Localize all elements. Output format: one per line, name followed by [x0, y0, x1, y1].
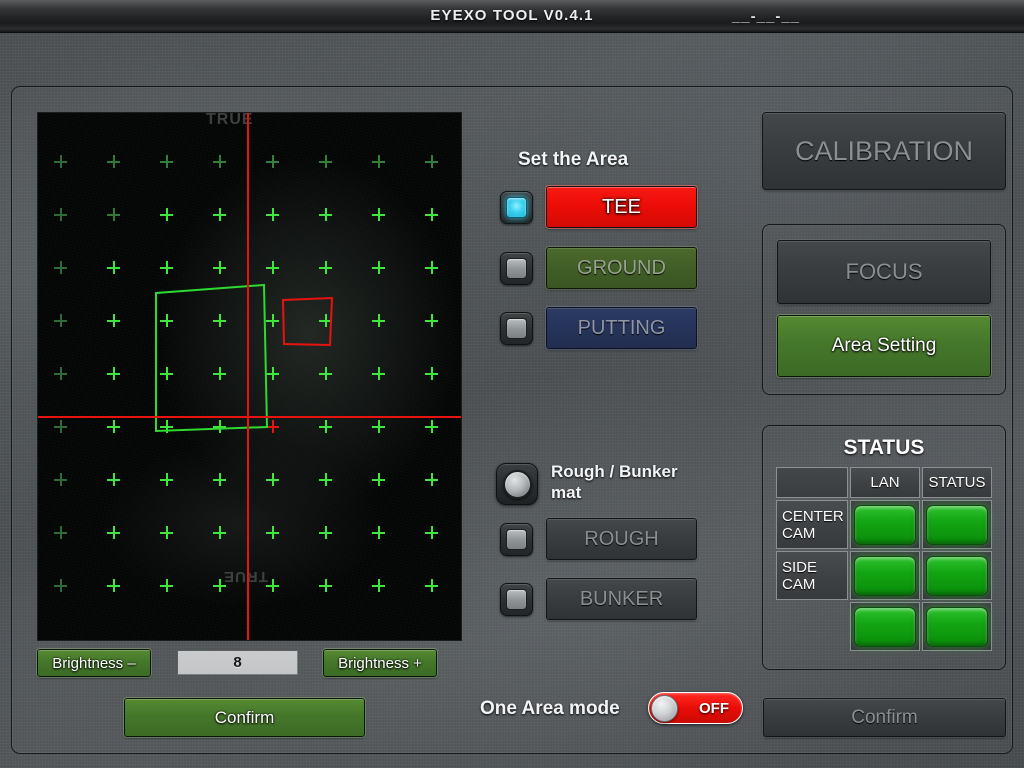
rough-checkbox-indicator: [506, 529, 527, 550]
brightness-value-text: 8: [233, 654, 242, 671]
crosshair-horizontal: [38, 416, 461, 418]
app-title: EYEXO TOOL V0.4.1: [430, 7, 594, 24]
left-confirm-button[interactable]: Confirm: [123, 697, 366, 738]
status-led-center-status: [926, 504, 988, 545]
putting-button[interactable]: PUTTING: [545, 306, 698, 350]
title-bar: EYEXO TOOL V0.4.1 __-__-__: [0, 0, 1024, 33]
status-cell-side-status: [922, 551, 992, 600]
right-confirm-label: Confirm: [851, 706, 918, 728]
putting-checkbox[interactable]: [500, 312, 533, 345]
camera-image: [38, 113, 461, 640]
bunker-button[interactable]: BUNKER: [545, 577, 698, 621]
area-setting-button-label: Area Setting: [831, 335, 937, 356]
ground-button[interactable]: GROUND: [545, 246, 698, 290]
camera-preview[interactable]: TRUE TRUE: [38, 113, 461, 640]
brightness-plus-label: Brightness +: [338, 654, 422, 672]
status-led-third-lan: [854, 606, 916, 647]
one-area-mode-toggle-knob: [651, 695, 678, 722]
status-row-label-center-cam: CENTER CAM: [776, 500, 848, 549]
area-setting-button[interactable]: Area Setting: [776, 314, 992, 378]
rough-bunker-knob-inner-wrap: [496, 463, 538, 505]
status-led-side-lan: [854, 555, 916, 596]
calibration-button[interactable]: CALIBRATION: [761, 111, 1007, 191]
watermark-bottom: TRUE: [223, 568, 268, 585]
calibration-button-label: CALIBRATION: [794, 135, 974, 166]
status-row-label-side-cam: SIDE CAM: [776, 551, 848, 600]
crosshair-vertical: [247, 113, 249, 640]
ground-checkbox[interactable]: [500, 252, 533, 285]
brightness-plus-button[interactable]: Brightness +: [322, 648, 438, 678]
rough-button-label: ROUGH: [584, 527, 659, 550]
focus-button[interactable]: FOCUS: [776, 239, 992, 305]
bunker-checkbox-indicator: [506, 589, 527, 610]
one-area-mode-state: OFF: [699, 699, 729, 717]
rough-button[interactable]: ROUGH: [545, 517, 698, 561]
one-area-mode-toggle[interactable]: OFF: [648, 692, 743, 724]
brightness-value-field: 8: [177, 650, 298, 675]
status-cell-center-lan: [850, 500, 920, 549]
brightness-minus-button[interactable]: Brightness –: [36, 648, 152, 678]
status-header-status: STATUS: [922, 467, 992, 498]
ground-checkbox-indicator: [506, 258, 527, 279]
putting-checkbox-indicator: [506, 318, 527, 339]
title-bar-date: __-__-__: [731, 8, 800, 25]
rough-checkbox[interactable]: [500, 523, 533, 556]
status-led-side-status: [926, 555, 988, 596]
focus-button-label: FOCUS: [845, 259, 923, 284]
rough-bunker-knob-dial: [502, 469, 532, 499]
status-header-blank: [776, 467, 848, 498]
brightness-minus-label: Brightness –: [52, 654, 136, 672]
status-header-lan: LAN: [850, 467, 920, 498]
tee-checkbox[interactable]: [500, 191, 533, 224]
tee-checkbox-indicator: [506, 197, 527, 218]
putting-button-label: PUTTING: [577, 316, 666, 339]
status-cell-center-status: [922, 500, 992, 549]
ground-button-label: GROUND: [577, 256, 666, 279]
status-title: STATUS: [843, 436, 925, 459]
status-led-center-lan: [854, 504, 916, 545]
left-confirm-label: Confirm: [214, 707, 275, 727]
bunker-button-label: BUNKER: [579, 587, 664, 610]
status-led-third-status: [926, 606, 988, 647]
set-the-area-heading: Set the Area: [518, 149, 629, 170]
status-cell-third-lan: [850, 602, 920, 651]
tee-button-label: TEE: [602, 195, 641, 218]
right-confirm-button[interactable]: Confirm: [762, 697, 1007, 738]
status-cell-third-status: [922, 602, 992, 651]
tee-button[interactable]: TEE: [545, 185, 698, 229]
rough-bunker-heading: Rough / Bunker mat: [551, 462, 678, 502]
bunker-checkbox[interactable]: [500, 583, 533, 616]
status-cell-side-lan: [850, 551, 920, 600]
one-area-mode-label: One Area mode: [480, 698, 620, 719]
